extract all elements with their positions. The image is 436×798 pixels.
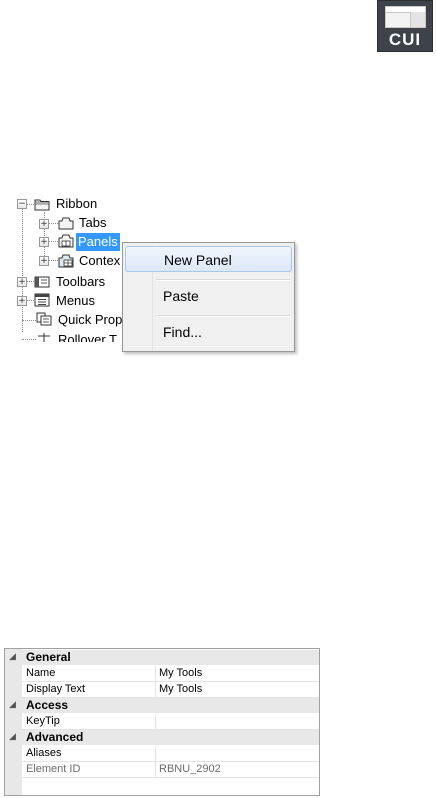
quick-properties-icon — [36, 312, 52, 326]
category-title: Access — [26, 698, 69, 712]
tree-item-label: Contex — [79, 253, 121, 268]
cui-badge-icon: CUI — [377, 0, 433, 52]
category-general[interactable]: ◢ General — [5, 650, 319, 665]
menu-item-new-panel[interactable]: New Panel — [125, 246, 292, 272]
properties-grid: ◢ General Name My Tools Display Text My … — [4, 648, 320, 796]
property-key: Name — [26, 667, 56, 679]
tree-item-ribbon[interactable]: − Ribbon — [16, 195, 136, 213]
tree-item-label: Toolbars — [56, 274, 106, 289]
property-row-display-text[interactable]: Display Text My Tools — [22, 682, 319, 698]
expand-toggle-icon[interactable]: + — [17, 296, 27, 306]
contextual-tab-icon — [58, 254, 74, 268]
tree-item-quick-properties[interactable]: Quick Prop — [16, 311, 136, 329]
category-title: Advanced — [26, 730, 84, 744]
tree-item-panels[interactable]: + Panels — [16, 233, 136, 251]
menu-item-label: Find... — [163, 324, 202, 340]
tree-item-rollover-tooltips[interactable]: Rollover T — [16, 331, 136, 342]
rollover-tooltips-icon — [38, 333, 50, 342]
tree-item-toolbars[interactable]: + Toolbars — [16, 273, 136, 291]
tree-item-label: Quick Prop — [58, 312, 123, 327]
tree-item-tabs[interactable]: + Tabs — [16, 214, 136, 232]
menu-item-paste[interactable]: Paste — [125, 283, 292, 309]
property-value-display-text[interactable]: My Tools — [155, 682, 319, 697]
context-menu: New Panel Paste Find... — [122, 242, 295, 352]
property-value-keytip[interactable] — [155, 714, 319, 729]
collapse-triangle-icon[interactable]: ◢ — [9, 730, 16, 745]
expand-toggle-icon[interactable]: + — [39, 219, 49, 229]
expand-toggle-icon[interactable]: + — [39, 256, 49, 266]
tree-item-label: Menus — [56, 293, 96, 308]
property-key: KeyTip — [26, 715, 60, 727]
property-value-element-id: RBNU_2902 — [155, 762, 319, 777]
tree-item-menus[interactable]: + Menus — [16, 292, 136, 310]
category-advanced[interactable]: ◢ Advanced — [5, 730, 319, 745]
cui-badge-label: CUI — [388, 30, 422, 49]
collapse-toggle-icon[interactable]: − — [17, 199, 27, 209]
property-row-element-id: Element ID RBNU_2902 — [22, 762, 319, 778]
menu-separator — [156, 315, 290, 317]
property-row-keytip[interactable]: KeyTip — [22, 714, 319, 730]
property-key: Aliases — [26, 747, 62, 759]
menu-separator — [156, 279, 290, 281]
expand-toggle-icon[interactable]: + — [39, 237, 49, 247]
property-value-name[interactable]: My Tools — [155, 666, 319, 681]
window-glyph — [385, 6, 426, 28]
collapse-triangle-icon[interactable]: ◢ — [9, 698, 16, 713]
tree-item-label: Ribbon — [56, 196, 98, 211]
menu-item-find[interactable]: Find... — [125, 319, 292, 345]
panels-icon — [58, 234, 74, 248]
property-row-name[interactable]: Name My Tools — [22, 666, 319, 682]
tree-item-label: Panels — [76, 233, 120, 251]
tabs-icon — [58, 217, 74, 230]
menu-item-label: Paste — [163, 288, 199, 304]
menus-icon — [34, 293, 50, 307]
property-key: Display Text — [26, 683, 86, 695]
category-access[interactable]: ◢ Access — [5, 698, 319, 713]
toolbars-icon — [34, 276, 50, 288]
ribbon-folder-icon — [34, 199, 50, 211]
collapse-triangle-icon[interactable]: ◢ — [9, 650, 16, 665]
category-title: General — [26, 650, 71, 664]
tree-item-label: Tabs — [79, 215, 107, 230]
expand-toggle-icon[interactable]: + — [17, 277, 27, 287]
tree-item-contextual-tabs[interactable]: + Contex — [16, 252, 136, 270]
property-row-aliases[interactable]: Aliases — [22, 746, 319, 762]
property-value-aliases[interactable] — [155, 746, 319, 761]
menu-item-label: New Panel — [164, 252, 232, 268]
property-key: Element ID — [26, 763, 81, 775]
tree-item-label: Rollover T — [58, 332, 118, 342]
